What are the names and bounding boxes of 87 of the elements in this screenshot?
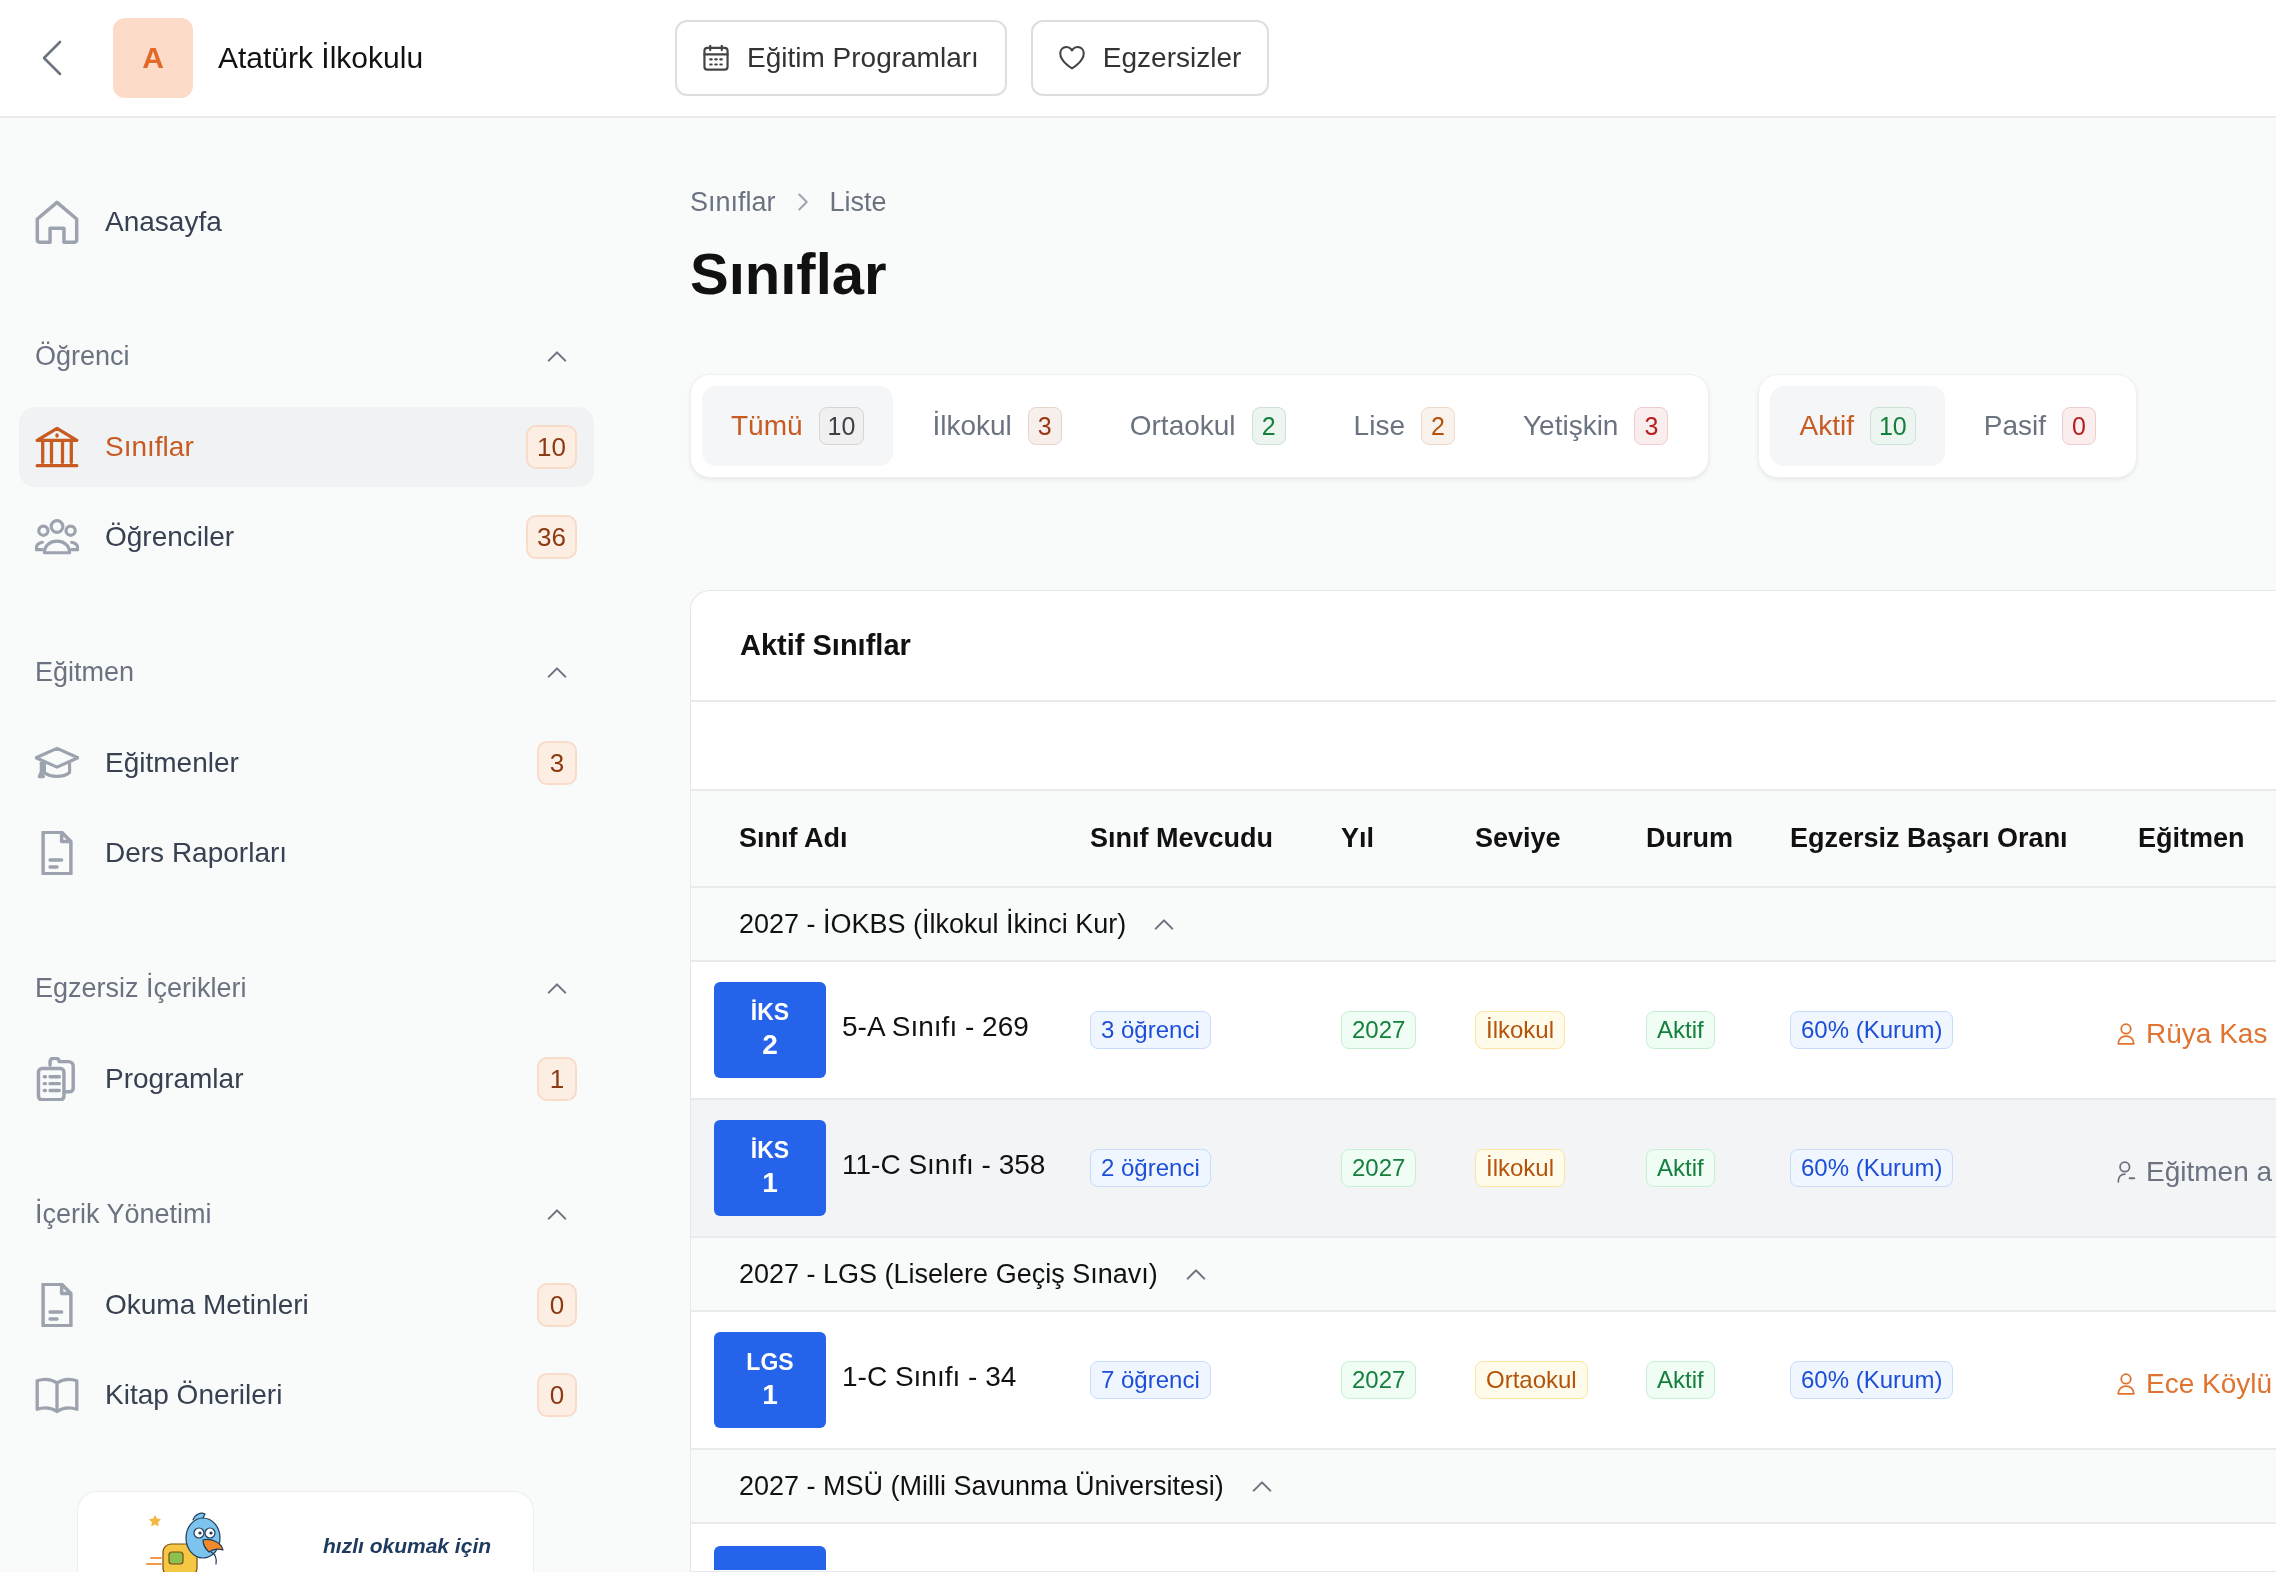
school-level-badge: İlkokul [1475,1011,1566,1049]
filter-tab[interactable]: Yetişkin 3 [1493,386,1698,466]
group-title: 2027 - LGS (Liselere Geçiş Sınavı) [739,1258,1158,1290]
section-header[interactable]: İçerik Yönetimi [19,1189,594,1239]
group-title: 2027 - İOKBS (İlkokul İkinci Kur) [739,908,1127,940]
group-row[interactable]: 2027 - MSÜ (Milli Savunma Üniversitesi) [691,1450,2276,1524]
student-count-badge: 3 öğrenci [1090,1011,1211,1049]
count-badge: 2 [1420,407,1455,445]
promo-card[interactable]: hızlı okumak için [77,1491,534,1572]
home-icon [35,199,79,244]
group-row[interactable]: 2027 - İOKBS (İlkokul İkinci Kur) [691,888,2276,962]
filter-tab[interactable]: Pasif 0 [1954,386,2125,466]
sidebar-item[interactable]: Öğrenciler 36 [19,497,594,577]
person-icon [2116,1023,2136,1045]
sidebar-item[interactable]: Programlar 1 [19,1039,594,1119]
success-rate-badge: 60% (Kurum) [1790,1011,1954,1049]
count-badge: 3 [537,741,577,785]
status-badge: Aktif [1646,1011,1715,1049]
count-badge: 0 [537,1373,577,1417]
bank-icon [35,425,79,469]
back-icon[interactable] [42,40,62,76]
count-badge: 0 [537,1283,577,1327]
success-rate-badge: 60% (Kurum) [1790,1361,1954,1399]
column-header[interactable]: Sınıf Mevcudu [1090,823,1341,854]
year-badge: 2027 [1341,1011,1417,1049]
column-header[interactable]: Yıl [1341,823,1475,854]
count-badge: 3 [1027,407,1062,445]
page-title: Sınıflar [690,240,888,308]
school-level-badge: Ortaokul [1475,1361,1588,1399]
table-row[interactable]: İKS 1 11-C Sınıfı - 358 2 öğrenci 2027 İlkokul Aktif 60% (Kurum) Eğitmen a [691,1100,2276,1238]
group-row[interactable]: 2027 - LGS (Liselere Geçiş Sınavı) [691,1238,2276,1312]
class-code-tile: İKS 2 [714,982,826,1078]
success-rate-badge: 60% (Kurum) [1790,1149,1954,1187]
filter-tab[interactable]: Lise 2 [1324,386,1484,466]
class-name: 1-C Sınıfı - 34 [842,1361,1017,1393]
column-header[interactable]: Egzersiz Başarı Oranı [1790,823,2116,854]
student-count-badge: 2 öğrenci [1090,1149,1211,1187]
count-badge: 10 [818,407,865,445]
sidebar-item[interactable]: Okuma Metinleri 0 [19,1265,594,1345]
sidebar-item[interactable]: Ders Raporları [19,813,594,893]
sidebar-item[interactable]: Kitap Önerileri 0 [19,1355,594,1435]
school-avatar: A [113,18,193,98]
column-header[interactable]: Eğitmen [2116,823,2276,854]
person-icon [2116,1161,2136,1183]
column-header[interactable]: Durum [1646,823,1790,854]
breadcrumb-current: Liste [829,186,887,218]
person-icon [2116,1373,2136,1395]
chevron-right-icon [797,193,808,211]
section-header[interactable]: Öğrenci [19,331,594,381]
nav-button[interactable]: Egzersizler [1030,20,1270,96]
year-badge: 2027 [1341,1361,1417,1399]
school-name: Atatürk İlkokulu [218,41,424,75]
teacher-name[interactable]: Eğitmen a [2146,1156,2273,1188]
status-badge: Aktif [1646,1361,1715,1399]
count-badge: 2 [1251,407,1286,445]
count-badge: 0 [2062,407,2096,445]
sidebar-item[interactable]: Sınıflar 10 [19,407,594,487]
filter-tab[interactable]: Tümü 10 [702,386,894,466]
class-code-tile: LGS 1 [714,1332,826,1428]
column-header[interactable]: Sınıf Adı [691,823,1090,854]
filter-tab[interactable]: İlkokul 3 [903,386,1091,466]
calendar-icon [703,45,729,71]
class-name: 5-A Sınıfı - 269 [842,1011,1029,1043]
status-badge: Aktif [1646,1149,1715,1187]
column-header[interactable]: Seviye [1475,823,1646,854]
class-name: 11-C Sınıfı - 358 [842,1149,1046,1181]
count-badge: 36 [526,515,577,559]
school-level-badge: İlkokul [1475,1149,1566,1187]
student-count-badge: 7 öğrenci [1090,1361,1211,1399]
heart-icon [1058,45,1085,71]
promo-tagline: hızlı okumak için [323,1534,492,1559]
filter-tab[interactable]: Aktif 10 [1770,386,1945,466]
year-badge: 2027 [1341,1149,1417,1187]
sidebar-item[interactable]: Eğitmenler 3 [19,723,594,803]
count-badge: 3 [1634,407,1669,445]
card-title: Aktif Sınıflar [740,629,911,662]
sidebar-item[interactable]: Anasayfa [19,182,594,261]
class-code-tile: İKS 1 [714,1120,826,1216]
section-header[interactable]: Eğitmen [19,647,594,697]
count-badge: 10 [526,425,577,469]
group-title: 2027 - MSÜ (Milli Savunma Üniversitesi) [739,1470,1224,1502]
filter-tab[interactable]: Ortaokul 2 [1100,386,1315,466]
section-header[interactable]: Egzersiz İçerikleri [19,963,594,1013]
nav-button[interactable]: Eğitim Programları [675,20,1007,96]
count-badge: 10 [1869,407,1916,445]
breadcrumb-link[interactable]: Sınıflar [690,186,776,218]
count-badge: 1 [537,1057,577,1101]
